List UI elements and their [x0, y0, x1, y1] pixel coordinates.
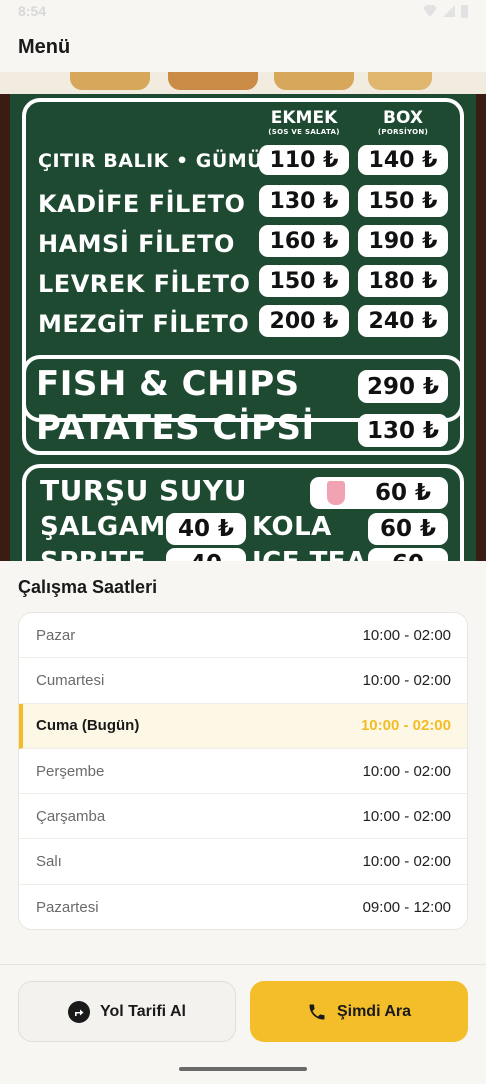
hours-row: Perşembe 10:00 - 02:00 [19, 749, 467, 795]
column-title: EKMEK [270, 108, 338, 128]
menu-board-image[interactable]: EKMEK (SOS VE SALATA) BOX (PORSİYON) ÇIT… [0, 72, 486, 561]
column-subtitle: (SOS VE SALATA) [268, 128, 340, 136]
menu-item-name: TURŞU SUYU [40, 474, 247, 507]
menu-price: 290 ₺ [358, 370, 448, 403]
hours-day: Çarşamba [36, 807, 106, 825]
drink-cup-icon [326, 481, 345, 505]
hours-row: Çarşamba 10:00 - 02:00 [19, 794, 467, 840]
status-bar: 8:54 [0, 0, 486, 22]
hours-day: Cuma (Bugün) [36, 717, 140, 735]
menu-price: 140 ₺ [358, 145, 448, 175]
menu-price: 160 ₺ [259, 225, 349, 257]
menu-item-name: ŞALGAM [40, 512, 166, 542]
menu-item-name: KOLA [252, 512, 332, 542]
hours-time: 10:00 - 02:00 [362, 626, 451, 644]
page-title: Menü [18, 35, 71, 58]
battery-icon [461, 4, 468, 18]
menu-item-name: FISH & CHIPS [36, 364, 300, 404]
home-indicator[interactable] [179, 1067, 307, 1071]
signal-icon [443, 5, 455, 17]
status-time: 8:54 [18, 3, 47, 19]
hours-title: Çalışma Saatleri [18, 577, 158, 597]
menu-item-name: KADİFE FİLETO [38, 190, 246, 218]
menu-item-name: SPRITE [40, 547, 146, 561]
hours-time: 09:00 - 12:00 [362, 898, 451, 916]
menu-item-name: PATATES CİPSİ [36, 408, 315, 448]
menu-price: 110 ₺ [259, 145, 349, 175]
hours-day: Perşembe [36, 762, 105, 780]
column-header-box: BOX (PORSİYON) [358, 108, 448, 136]
hours-day: Pazartesi [36, 898, 99, 916]
menu-price: 60 [368, 548, 448, 561]
menu-price: 150 ₺ [358, 185, 448, 217]
call-now-button[interactable]: Şimdi Ara [250, 981, 468, 1042]
menu-item-name: LEVREK FİLETO [38, 270, 251, 298]
menu-item-name: ÇITIR BALIK • GÜMÜŞ [38, 150, 278, 172]
menu-item-name: MEZGİT FİLETO [38, 310, 250, 338]
food-strip [0, 72, 486, 94]
menu-price: 40 ₺ [166, 513, 246, 545]
menu-price: 60 ₺ [368, 513, 448, 545]
column-subtitle: (PORSİYON) [377, 128, 429, 136]
menu-price: 60 ₺ [310, 477, 448, 509]
hours-time: 10:00 - 02:00 [362, 762, 451, 780]
hours-row: Pazar 10:00 - 02:00 [19, 613, 467, 659]
menu-price-value: 60 ₺ [374, 480, 432, 506]
menu-price: 180 ₺ [358, 265, 448, 297]
menu-price: 40 [166, 548, 246, 561]
hours-row: Salı 10:00 - 02:00 [19, 839, 467, 885]
column-title: BOX [383, 108, 423, 128]
hours-card: Pazar 10:00 - 02:00 Cumartesi 10:00 - 02… [18, 612, 468, 930]
hours-time: 10:00 - 02:00 [362, 853, 451, 871]
directions-icon [68, 1000, 91, 1023]
menu-item-name: ICE TEA [252, 547, 367, 561]
hours-time: 10:00 - 02:00 [362, 807, 451, 825]
menu-item-name: HAMSİ FİLETO [38, 230, 235, 258]
hours-day: Pazar [36, 626, 76, 644]
hours-time: 10:00 - 02:00 [362, 671, 451, 689]
hours-row: Cumartesi 10:00 - 02:00 [19, 658, 467, 704]
hours-day: Cumartesi [36, 671, 105, 689]
food-photo [274, 72, 354, 90]
phone-icon [307, 1002, 327, 1022]
app-bar: Menü [0, 22, 486, 72]
menu-price: 130 ₺ [358, 414, 448, 447]
food-photo [70, 72, 150, 90]
call-now-label: Şimdi Ara [336, 1002, 412, 1020]
get-directions-label: Yol Tarifi Al [100, 1002, 186, 1020]
hours-row-today: Cuma (Bugün) 10:00 - 02:00 [19, 703, 467, 749]
get-directions-button[interactable]: Yol Tarifi Al [18, 981, 236, 1042]
column-header-ekmek: EKMEK (SOS VE SALATA) [258, 108, 350, 136]
wifi-icon [423, 5, 437, 17]
food-photo [168, 72, 258, 90]
hours-row: Pazartesi 09:00 - 12:00 [19, 885, 467, 929]
bottom-action-bar: Yol Tarifi Al Şimdi Ara [0, 964, 486, 1084]
menu-price: 240 ₺ [358, 305, 448, 337]
menu-price: 200 ₺ [259, 305, 349, 337]
status-icons [423, 4, 468, 18]
menu-price: 190 ₺ [358, 225, 448, 257]
hours-time: 10:00 - 02:00 [360, 717, 451, 735]
menu-price: 130 ₺ [259, 185, 349, 217]
hours-day: Salı [36, 853, 62, 871]
food-photo [368, 72, 432, 90]
menu-price: 150 ₺ [259, 265, 349, 297]
